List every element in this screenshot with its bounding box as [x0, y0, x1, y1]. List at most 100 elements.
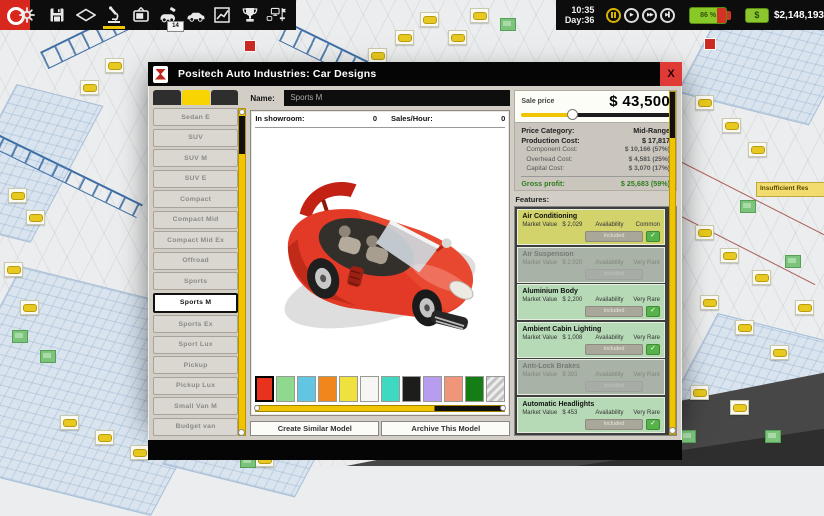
- features-list: Air Conditioning Market Value $ 2,029 Av…: [514, 206, 677, 436]
- showroom-label: In showroom:: [255, 114, 304, 127]
- sale-price-value: $ 43,500: [609, 93, 670, 110]
- fast-forward-button[interactable]: ▶▶: [642, 8, 657, 23]
- scrollbar-bottom-knob[interactable]: [238, 429, 245, 436]
- tab[interactable]: [211, 90, 239, 105]
- model-list-item[interactable]: Sports Ex: [153, 315, 238, 333]
- included-check-icon[interactable]: ✓: [646, 344, 660, 355]
- color-swatch[interactable]: [444, 376, 463, 402]
- status-bar: 10:35 Day:36 ▶ ▶▶ ▶▌ 86 % $ $2,148,193: [556, 0, 824, 30]
- model-name-input[interactable]: Sports M: [284, 90, 510, 106]
- screens-flag-icon[interactable]: [266, 5, 292, 25]
- save-icon[interactable]: [47, 5, 67, 25]
- car-tile: [20, 300, 39, 315]
- fastest-button[interactable]: ▶▌: [660, 8, 675, 23]
- model-list-item[interactable]: Small Van M: [153, 397, 238, 415]
- color-swatch[interactable]: [297, 376, 316, 402]
- color-swatch[interactable]: [318, 376, 337, 402]
- included-toggle[interactable]: Included: [585, 419, 643, 430]
- scrollbar-top-knob[interactable]: [239, 109, 245, 115]
- color-swatch[interactable]: [381, 376, 400, 402]
- cost-label: Overhead Cost:: [521, 155, 572, 165]
- cost-label: Production Cost:: [521, 136, 579, 146]
- car-tile: [420, 12, 439, 27]
- color-swatch[interactable]: [360, 376, 379, 402]
- view-diamond-icon[interactable]: [76, 5, 96, 25]
- features-scrollbar-thumb[interactable]: [670, 92, 675, 138]
- model-list-item[interactable]: SUV E: [153, 170, 238, 188]
- feature-name: Aluminium Body: [522, 287, 660, 296]
- sale-price-slider[interactable]: [521, 113, 670, 117]
- model-list-item[interactable]: Compact Mid Ex: [153, 231, 238, 249]
- model-list-item[interactable]: Budget van: [153, 418, 238, 436]
- model-list-item[interactable]: Compact: [153, 190, 238, 208]
- included-toggle[interactable]: Included: [585, 306, 643, 317]
- features-scrollbar[interactable]: [669, 91, 676, 435]
- color-swatch[interactable]: [423, 376, 442, 402]
- color-swatch[interactable]: [465, 376, 484, 402]
- included-check-icon[interactable]: ✓: [646, 231, 660, 242]
- slider-handle[interactable]: [567, 109, 578, 120]
- availability-label: Availability: [595, 259, 633, 268]
- color-swatch[interactable]: [402, 376, 421, 402]
- money-display: $ $2,148,193: [745, 8, 824, 23]
- clock-time: 10:35: [556, 5, 594, 15]
- model-list-item[interactable]: SUV M: [153, 149, 238, 167]
- create-similar-model-button[interactable]: Create Similar Model: [250, 421, 379, 436]
- palette-scrollbar[interactable]: [255, 405, 505, 412]
- cost-value: $ 17,817: [642, 136, 670, 146]
- model-list-item[interactable]: Sports: [153, 272, 238, 290]
- color-swatch[interactable]: [276, 376, 295, 402]
- sort-tabs: [153, 90, 238, 105]
- cost-breakdown: Price Category: Mid-Range Production Cos…: [514, 123, 677, 191]
- included-toggle[interactable]: Included: [585, 344, 643, 355]
- model-list-item[interactable]: Sedan E: [153, 108, 238, 126]
- showroom-stats: In showroom: 0 Sales/Hour: 0: [255, 114, 505, 128]
- model-list-item[interactable]: Pickup Lux: [153, 377, 238, 395]
- included-check-icon[interactable]: ✓: [646, 419, 660, 430]
- scrollbar-thumb[interactable]: [239, 116, 245, 154]
- map-marker: [244, 40, 256, 52]
- power-meter-red: [717, 8, 726, 23]
- model-list-item[interactable]: SUV: [153, 129, 238, 147]
- feature-name: Air Conditioning: [522, 212, 660, 221]
- model-list-item[interactable]: Offroad: [153, 252, 238, 270]
- market-value: $ 453: [562, 409, 595, 418]
- scrollbar-right-knob[interactable]: [500, 405, 506, 411]
- included-check-icon[interactable]: ✓: [646, 306, 660, 317]
- color-swatch[interactable]: [255, 376, 274, 402]
- model-list-scrollbar[interactable]: [238, 108, 246, 436]
- model-list-item[interactable]: Compact Mid: [153, 211, 238, 229]
- name-label: Name:: [250, 94, 284, 103]
- close-button[interactable]: X: [660, 62, 682, 86]
- research-microscope-icon[interactable]: [104, 5, 124, 25]
- model-list-item[interactable]: Sport Lux: [153, 336, 238, 354]
- features-scrollbar-knob[interactable]: [669, 427, 676, 434]
- pause-button[interactable]: [606, 8, 621, 23]
- tab[interactable]: [182, 90, 210, 105]
- custom-color-swatch[interactable]: [486, 376, 505, 402]
- tab[interactable]: [153, 90, 181, 105]
- car-tile: [95, 430, 114, 445]
- gear-icon[interactable]: [17, 5, 37, 25]
- availability-value: Very Rare: [633, 409, 660, 418]
- money-amount: $2,148,193: [774, 10, 824, 21]
- window-title: Positech Auto Industries: Car Designs: [178, 68, 376, 80]
- model-list-item[interactable]: Pickup: [153, 356, 238, 374]
- included-toggle[interactable]: Included: [585, 381, 643, 392]
- included-toggle[interactable]: Included: [585, 231, 643, 242]
- play-button[interactable]: ▶: [624, 8, 639, 23]
- car-designs-window: Positech Auto Industries: Car Designs X …: [148, 62, 682, 418]
- included-toggle[interactable]: Included: [585, 269, 643, 280]
- cost-value: Mid-Range: [633, 126, 670, 136]
- feature-name: Anti-Lock Brakes: [522, 362, 660, 371]
- achievements-trophy-icon[interactable]: [240, 5, 260, 25]
- car-showroom-icon[interactable]: [186, 5, 206, 25]
- cost-label: Capital Cost:: [521, 164, 564, 174]
- market-value: $ 393: [562, 371, 595, 380]
- model-list-item[interactable]: Sports M: [153, 293, 238, 313]
- scrollbar-left-knob[interactable]: [254, 405, 260, 411]
- archive-this-model-button[interactable]: Archive This Model: [381, 421, 510, 436]
- stats-chart-icon[interactable]: [212, 5, 232, 25]
- color-swatch[interactable]: [339, 376, 358, 402]
- marketing-tv-icon[interactable]: [131, 5, 151, 25]
